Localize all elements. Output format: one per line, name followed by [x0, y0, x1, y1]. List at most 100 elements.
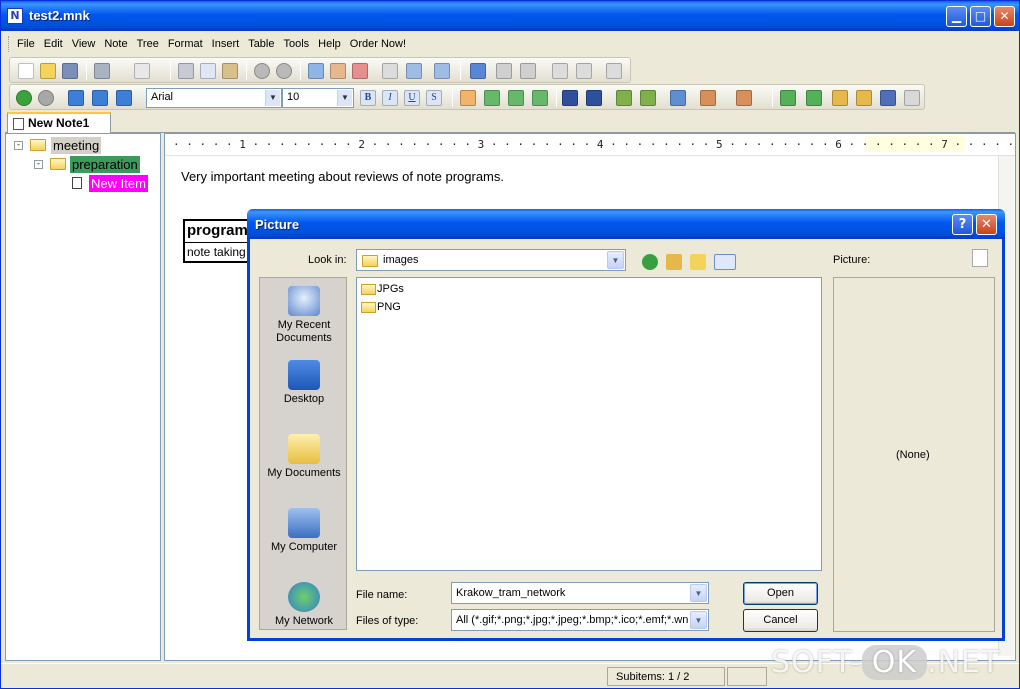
- tree-node-preparation[interactable]: preparation: [70, 156, 140, 173]
- menu-tree[interactable]: Tree: [137, 38, 159, 50]
- insert-row-icon[interactable]: [520, 63, 536, 79]
- font-select[interactable]: Arial ▼: [146, 88, 282, 108]
- tab-new-note1[interactable]: New Note1: [7, 112, 111, 133]
- place-my-computer[interactable]: My Computer: [260, 508, 348, 554]
- menu-view[interactable]: View: [72, 38, 96, 50]
- recent-documents-icon: [288, 286, 320, 316]
- open-button[interactable]: Open: [743, 582, 818, 605]
- menu-help[interactable]: Help: [318, 38, 341, 50]
- menu-note[interactable]: Note: [104, 38, 127, 50]
- edit-note-icon[interactable]: [330, 63, 346, 79]
- menu-edit[interactable]: Edit: [44, 38, 63, 50]
- underline-button[interactable]: U: [404, 90, 420, 106]
- strikethrough-button[interactable]: S: [426, 90, 442, 106]
- outdent-icon[interactable]: [640, 90, 656, 106]
- bullets-icon[interactable]: [562, 90, 578, 106]
- undo-icon[interactable]: [254, 63, 270, 79]
- delete-column-icon[interactable]: [552, 63, 568, 79]
- file-name-input[interactable]: Krakow_tram_network ▼: [451, 582, 709, 604]
- table-properties-icon[interactable]: [606, 63, 622, 79]
- view-icon[interactable]: [406, 63, 422, 79]
- insert-symbol-icon[interactable]: [832, 90, 848, 106]
- tree-add-icon[interactable]: [68, 90, 84, 106]
- menu-file[interactable]: File: [17, 38, 35, 50]
- align-center-icon[interactable]: [484, 90, 500, 106]
- place-label: My Computer: [270, 541, 338, 553]
- cancel-button[interactable]: Cancel: [743, 609, 818, 632]
- justify-icon[interactable]: [532, 90, 548, 106]
- menu-table[interactable]: Table: [248, 38, 274, 50]
- new-note-icon[interactable]: [308, 63, 324, 79]
- toolbar-grip: [8, 36, 11, 52]
- insert-link-icon[interactable]: [780, 90, 796, 106]
- window-icon[interactable]: [434, 63, 450, 79]
- toolbar-separator: [300, 62, 301, 80]
- minimize-button[interactable]: ▁: [946, 6, 967, 27]
- new-icon[interactable]: [18, 63, 34, 79]
- dialog-close-button[interactable]: ✕: [976, 214, 997, 235]
- look-in-select[interactable]: images ▼: [356, 249, 626, 271]
- tree-node-meeting[interactable]: meeting: [51, 137, 102, 154]
- align-right-icon[interactable]: [508, 90, 524, 106]
- back-icon[interactable]: [16, 90, 32, 106]
- place-my-documents[interactable]: My Documents: [260, 434, 348, 480]
- maximize-button[interactable]: □: [970, 6, 991, 27]
- delete-row-icon[interactable]: [576, 63, 592, 79]
- file-list[interactable]: JPGs PNG: [356, 277, 822, 571]
- open-icon[interactable]: [40, 63, 56, 79]
- folder-icon: [361, 301, 376, 313]
- new-folder-icon[interactable]: [690, 254, 706, 270]
- file-name-label: File name:: [356, 589, 408, 601]
- collapse-icon[interactable]: -: [34, 160, 43, 169]
- file-type-select[interactable]: All (*.gif;*.png;*.jpg;*.jpeg;*.bmp;*.ic…: [451, 609, 709, 631]
- editor-text[interactable]: Very important meeting about reviews of …: [181, 169, 504, 184]
- text-color-icon[interactable]: [670, 90, 686, 106]
- redo-icon[interactable]: [276, 63, 292, 79]
- indent-icon[interactable]: [616, 90, 632, 106]
- file-type-label: Files of type:: [356, 615, 419, 627]
- find-icon[interactable]: [382, 63, 398, 79]
- tree-add-child-icon[interactable]: [92, 90, 108, 106]
- desktop-icon: [288, 360, 320, 390]
- collapse-icon[interactable]: -: [14, 141, 23, 150]
- list-item[interactable]: JPGs: [361, 281, 404, 297]
- back-icon[interactable]: [642, 254, 658, 270]
- up-folder-icon[interactable]: [666, 254, 682, 270]
- print-icon[interactable]: [94, 63, 110, 79]
- font-size-select[interactable]: 10 ▼: [282, 88, 354, 108]
- highlight-icon[interactable]: [736, 90, 752, 106]
- fill-color-icon[interactable]: [700, 90, 716, 106]
- tree-move-icon[interactable]: [116, 90, 132, 106]
- forward-icon[interactable]: [38, 90, 54, 106]
- menu-insert[interactable]: Insert: [212, 38, 240, 50]
- cut-icon[interactable]: [178, 63, 194, 79]
- table-icon[interactable]: [470, 63, 486, 79]
- list-item[interactable]: PNG: [361, 299, 401, 315]
- tree-node-new-item[interactable]: New Item: [89, 175, 148, 192]
- help-button[interactable]: ?: [952, 214, 973, 235]
- align-left-icon[interactable]: [460, 90, 476, 106]
- close-button[interactable]: ✕: [994, 6, 1015, 27]
- paste-icon[interactable]: [222, 63, 238, 79]
- view-menu-icon[interactable]: [714, 254, 736, 270]
- preview-toggle-icon[interactable]: [972, 249, 988, 267]
- insert-picture-icon[interactable]: [856, 90, 872, 106]
- save-icon[interactable]: [62, 63, 78, 79]
- bold-button[interactable]: B: [360, 90, 376, 106]
- preview-icon[interactable]: [134, 63, 150, 79]
- delete-note-icon[interactable]: [352, 63, 368, 79]
- insert-column-icon[interactable]: [496, 63, 512, 79]
- menu-tools[interactable]: Tools: [283, 38, 309, 50]
- copy-icon[interactable]: [200, 63, 216, 79]
- place-recent-documents[interactable]: My Recent Documents: [260, 286, 348, 345]
- italic-button[interactable]: I: [382, 90, 398, 106]
- place-my-network[interactable]: My Network: [260, 582, 348, 628]
- place-desktop[interactable]: Desktop: [260, 360, 348, 406]
- folder-icon: [361, 283, 376, 295]
- clipboard-icon[interactable]: [904, 90, 920, 106]
- menu-order-now[interactable]: Order Now!: [350, 38, 406, 50]
- insert-date-icon[interactable]: [806, 90, 822, 106]
- menu-format[interactable]: Format: [168, 38, 203, 50]
- numbering-icon[interactable]: [586, 90, 602, 106]
- insert-line-icon[interactable]: [880, 90, 896, 106]
